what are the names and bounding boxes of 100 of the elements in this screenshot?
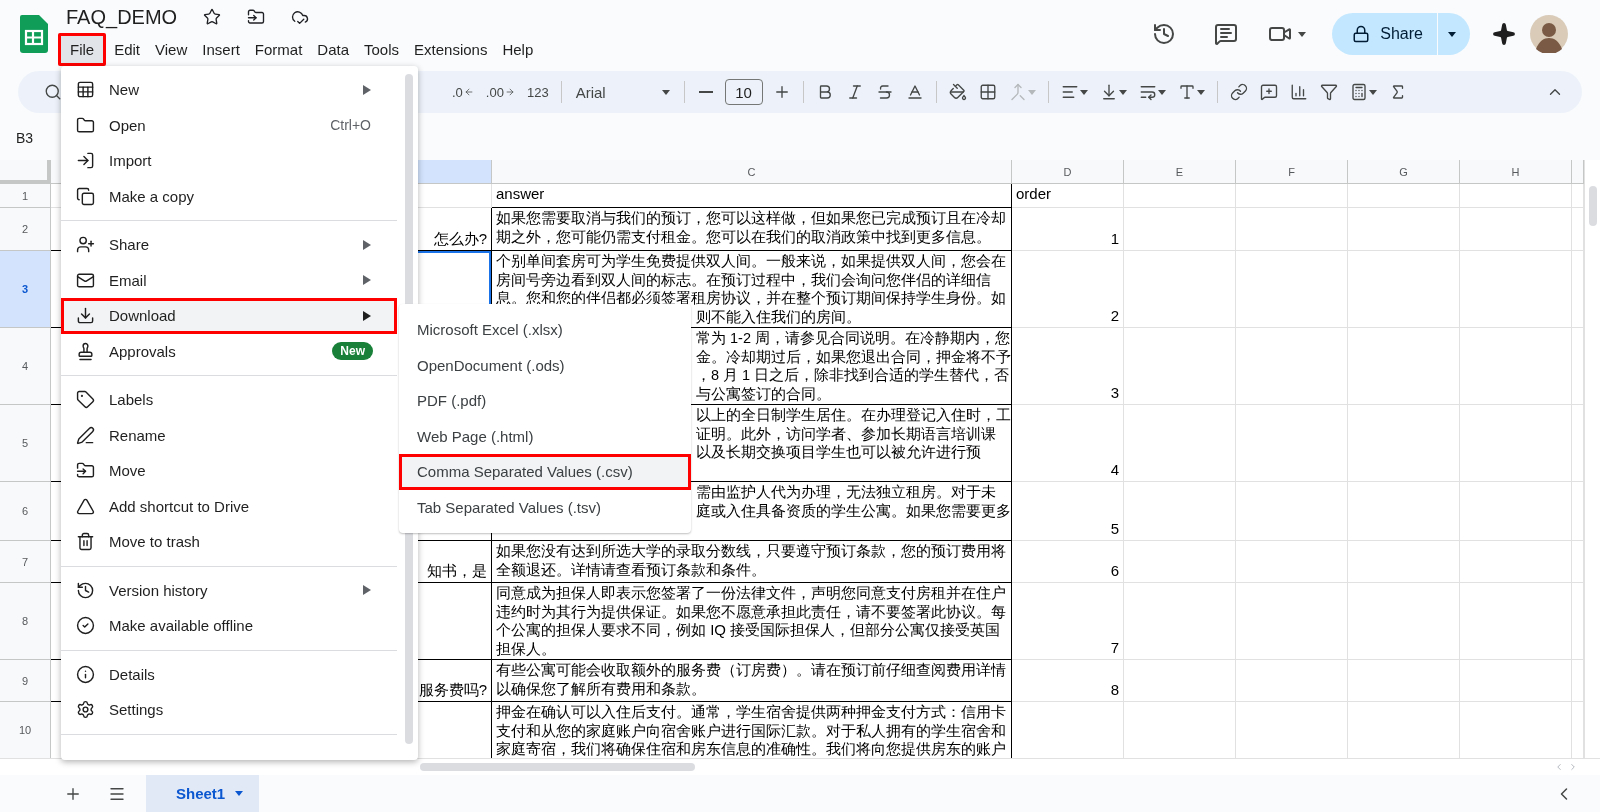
share-button[interactable]: Share	[1332, 13, 1437, 55]
row-header[interactable]: 4	[0, 328, 51, 405]
scrollbar[interactable]	[420, 763, 695, 771]
table-cell[interactable]	[1124, 405, 1236, 482]
table-cell[interactable]	[1236, 660, 1348, 702]
menu-item[interactable]: Tab Separated Values (.tsv)	[399, 489, 691, 525]
row-header[interactable]: 6	[0, 482, 51, 541]
table-cell[interactable]: 如果您没有达到所选大学的录取分数线，只要遵守预订条款，您的预订费用将全额退还。详情请查看预订条款和条件。	[492, 541, 1012, 583]
menu-item[interactable]: Settings	[61, 692, 397, 728]
row-header[interactable]: 9	[0, 660, 51, 702]
table-cell[interactable]: 5	[1012, 482, 1124, 541]
table-cell[interactable]: 7	[1012, 583, 1124, 660]
row-header[interactable]: 7	[0, 541, 51, 583]
row-header[interactable]: 10	[0, 702, 51, 758]
menu-item[interactable]: Web Page (.html)	[399, 418, 691, 454]
menu-item[interactable]: Open Ctrl+O	[61, 107, 397, 143]
table-cell[interactable]	[1348, 208, 1460, 251]
menu-bar-item[interactable]: Extensions	[407, 37, 495, 62]
table-cell[interactable]	[1460, 405, 1572, 482]
font-size-field[interactable]: 10	[724, 79, 763, 105]
row-header[interactable]: 3	[0, 251, 51, 328]
table-cell[interactable]: 有些公寓可能会收取额外的服务费（订房费）。请在预订前仔细查阅费用详情以确保您了解所有费用和条款。	[492, 660, 1012, 702]
menu-bar-item[interactable]: File	[58, 33, 107, 66]
menu-item[interactable]: Approvals New	[61, 333, 397, 369]
menu-item[interactable]: Make a copy	[61, 178, 397, 214]
table-cell[interactable]: 4	[1012, 405, 1124, 482]
increase-decimal-button[interactable]: .00	[479, 80, 521, 104]
table-cell[interactable]	[1348, 541, 1460, 583]
table-cell[interactable]	[1460, 482, 1572, 541]
menu-item[interactable]: New	[61, 72, 397, 108]
row-header[interactable]: 8	[0, 583, 51, 660]
table-cell[interactable]	[1348, 251, 1460, 328]
document-title[interactable]: FAQ_DEMO	[66, 5, 178, 29]
star-icon[interactable]	[203, 8, 222, 26]
row-header[interactable]: 1	[0, 184, 51, 208]
avatar[interactable]	[1530, 15, 1568, 53]
menu-item[interactable]: Email	[61, 262, 397, 298]
table-cell[interactable]	[1460, 660, 1572, 702]
table-cell[interactable]: 1	[1012, 208, 1124, 251]
table-cell[interactable]	[1460, 208, 1572, 251]
table-cell[interactable]	[1124, 482, 1236, 541]
table-cell[interactable]: 6	[1012, 541, 1124, 583]
menu-item[interactable]: Add shortcut to Drive	[61, 488, 397, 524]
row-header[interactable]: 2	[0, 208, 51, 251]
sheet-tab[interactable]: Sheet1	[146, 775, 260, 812]
menu-item[interactable]: Details	[61, 656, 397, 692]
cloud-check-icon[interactable]	[291, 8, 310, 26]
table-cell[interactable]	[1348, 184, 1460, 208]
menu-item[interactable]: Rename	[61, 417, 397, 453]
menu-item[interactable]: Version history	[61, 572, 397, 608]
menu-item[interactable]: Import	[61, 143, 397, 179]
column-header[interactable]: G	[1348, 160, 1460, 184]
table-cell[interactable]	[1124, 583, 1236, 660]
menu-item[interactable]: PDF (.pdf)	[399, 383, 691, 419]
table-cell[interactable]: 3	[1012, 328, 1124, 405]
column-header[interactable]: H	[1460, 160, 1572, 184]
column-header[interactable]: F	[1236, 160, 1348, 184]
table-cell[interactable]	[1236, 583, 1348, 660]
menu-item[interactable]: Move to trash	[61, 524, 397, 560]
menu-bar-item[interactable]: Tools	[357, 37, 407, 62]
table-cell[interactable]	[1124, 541, 1236, 583]
table-cell[interactable]	[1124, 328, 1236, 405]
menu-bar-item[interactable]: Format	[247, 37, 310, 62]
menu-bar-item[interactable]: Insert	[195, 37, 247, 62]
column-header[interactable]	[1572, 160, 1584, 184]
table-cell[interactable]	[1236, 184, 1348, 208]
table-cell[interactable]	[1124, 208, 1236, 251]
table-cell[interactable]: 8	[1012, 660, 1124, 702]
column-header[interactable]: D	[1012, 160, 1124, 184]
table-cell[interactable]	[1348, 583, 1460, 660]
menu-item[interactable]: Make available offline	[61, 608, 397, 644]
history-icon[interactable]	[1152, 22, 1177, 46]
sparkle-icon[interactable]	[1492, 22, 1516, 46]
decrease-decimal-button[interactable]: .0	[446, 80, 480, 104]
table-cell[interactable]	[1348, 405, 1460, 482]
table-cell[interactable]	[1460, 328, 1572, 405]
menu-item[interactable]: Comma Separated Values (.csv)	[399, 454, 691, 490]
table-cell[interactable]: order	[1012, 184, 1124, 208]
menu-item[interactable]: Download	[61, 298, 397, 334]
table-cell[interactable]	[1124, 184, 1236, 208]
table-cell[interactable]	[1460, 184, 1572, 208]
number-format-button[interactable]: 123	[520, 80, 555, 104]
table-cell[interactable]	[1124, 660, 1236, 702]
table-cell[interactable]	[1348, 660, 1460, 702]
menu-item[interactable]: Share	[61, 227, 397, 263]
menu-item[interactable]: Labels	[61, 382, 397, 418]
table-cell[interactable]	[1236, 208, 1348, 251]
table-cell[interactable]	[1236, 251, 1348, 328]
sheets-logo[interactable]	[20, 15, 48, 53]
menu-item[interactable]: Move	[61, 453, 397, 489]
share-menu-button[interactable]	[1437, 13, 1470, 55]
table-cell[interactable]	[1236, 541, 1348, 583]
table-cell[interactable]	[1348, 328, 1460, 405]
comment-icon[interactable]	[1214, 22, 1239, 46]
row-header[interactable]: 5	[0, 405, 51, 482]
table-cell[interactable]: 2	[1012, 251, 1124, 328]
table-cell[interactable]	[1460, 583, 1572, 660]
font-dropdown[interactable]: Arial	[567, 79, 678, 105]
menu-bar-item[interactable]: Help	[495, 37, 541, 62]
table-cell[interactable]	[1236, 482, 1348, 541]
